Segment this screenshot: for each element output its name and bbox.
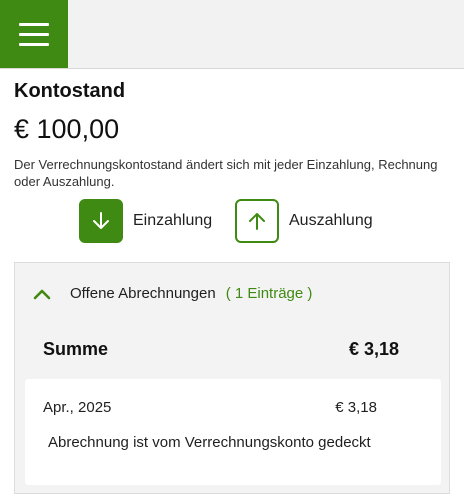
hamburger-menu-icon [19, 22, 49, 26]
hamburger-line [19, 42, 49, 46]
open-settlements-count: ( 1 Einträge ) [225, 285, 313, 302]
entry-note: Abrechnung ist vom Verrechnungskonto ged… [48, 434, 371, 451]
account-balance: € 100,00 [14, 114, 120, 144]
sum-label: Summe [43, 339, 109, 359]
balance-description: Der Verrechnungskontostand ändert sich m… [14, 157, 438, 189]
sum-value: € 3,18 [348, 339, 399, 359]
entry-amount: € 3,18 [335, 399, 377, 416]
open-settlements-toggle[interactable]: Offene Abrechnungen ( 1 Einträge ) [33, 285, 312, 302]
top-bar [0, 0, 464, 69]
arrow-down-icon [79, 199, 123, 243]
settlement-entry[interactable]: Apr., 2025 € 3,18 Abrechnung ist vom Ver… [25, 379, 441, 485]
open-settlements-panel: Offene Abrechnungen ( 1 Einträge ) Summe… [14, 262, 450, 494]
open-settlements-title: Offene Abrechnungen [70, 285, 216, 302]
deposit-label: Einzahlung [133, 212, 213, 229]
deposit-button[interactable]: Einzahlung [79, 198, 212, 244]
menu-button[interactable] [0, 0, 68, 68]
withdraw-button[interactable]: Auszahlung [235, 198, 373, 244]
arrow-up-icon [235, 199, 279, 243]
chevron-up-icon [33, 287, 53, 301]
withdraw-label: Auszahlung [289, 212, 373, 229]
entry-date: Apr., 2025 [43, 399, 112, 416]
page-title: Kontostand [14, 80, 126, 102]
hamburger-line [19, 32, 49, 36]
